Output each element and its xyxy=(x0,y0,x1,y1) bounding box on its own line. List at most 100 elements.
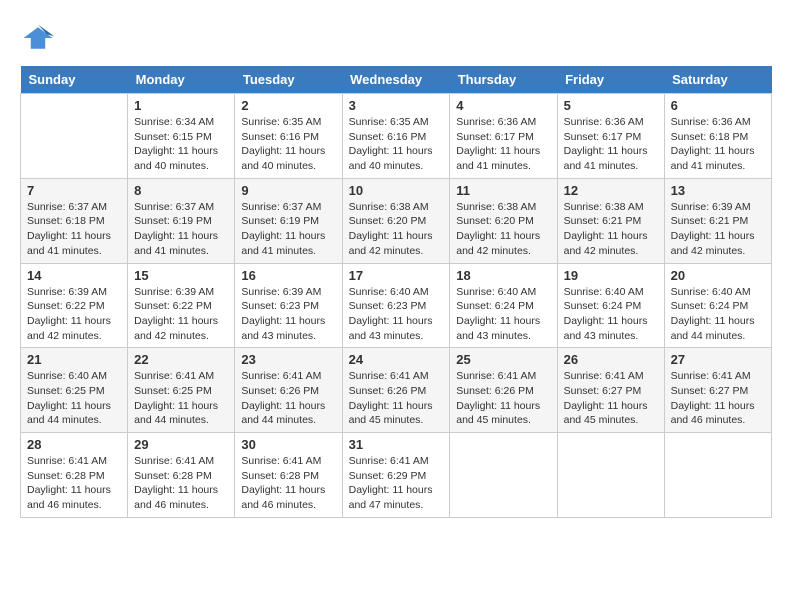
day-info: Sunrise: 6:41 AM Sunset: 6:28 PM Dayligh… xyxy=(134,454,228,513)
weekday-header: Wednesday xyxy=(342,66,450,94)
day-number: 26 xyxy=(564,352,658,367)
day-info: Sunrise: 6:40 AM Sunset: 6:24 PM Dayligh… xyxy=(671,285,765,344)
calendar-cell: 2Sunrise: 6:35 AM Sunset: 6:16 PM Daylig… xyxy=(235,94,342,179)
day-info: Sunrise: 6:41 AM Sunset: 6:26 PM Dayligh… xyxy=(456,369,550,428)
day-info: Sunrise: 6:36 AM Sunset: 6:17 PM Dayligh… xyxy=(564,115,658,174)
day-number: 3 xyxy=(349,98,444,113)
day-info: Sunrise: 6:39 AM Sunset: 6:22 PM Dayligh… xyxy=(134,285,228,344)
calendar-cell: 24 Sunrise: 6:41 AM Sunset: 6:26 PM Dayli… xyxy=(342,348,450,433)
day-info: Sunrise: 6:41 AM Sunset: 6:25 PM Dayligh… xyxy=(134,369,228,428)
day-number: 21 xyxy=(27,352,121,367)
day-info: Sunrise: 6:35 AM Sunset: 6:16 PM Dayligh… xyxy=(241,115,335,174)
calendar-cell: 16 Sunrise: 6:39 AM Sunset: 6:23 PM Dayli… xyxy=(235,263,342,348)
calendar-cell: 13 Sunrise: 6:39 AM Sunset: 6:21 PM Dayli… xyxy=(664,178,771,263)
day-info: Sunrise: 6:40 AM Sunset: 6:23 PM Dayligh… xyxy=(349,285,444,344)
logo-icon xyxy=(20,20,56,56)
calendar-week-row: 1Sunrise: 6:34 AM Sunset: 6:15 PM Daylig… xyxy=(21,94,772,179)
day-number: 12 xyxy=(564,183,658,198)
day-info: Sunrise: 6:35 AM Sunset: 6:16 PM Dayligh… xyxy=(349,115,444,174)
day-info: Sunrise: 6:38 AM Sunset: 6:20 PM Dayligh… xyxy=(456,200,550,259)
calendar-cell xyxy=(450,433,557,518)
day-number: 19 xyxy=(564,268,658,283)
calendar-cell: 10Sunrise: 6:38 AM Sunset: 6:20 PM Dayli… xyxy=(342,178,450,263)
day-info: Sunrise: 6:41 AM Sunset: 6:27 PM Dayligh… xyxy=(671,369,765,428)
day-info: Sunrise: 6:34 AM Sunset: 6:15 PM Dayligh… xyxy=(134,115,228,174)
day-info: Sunrise: 6:41 AM Sunset: 6:26 PM Dayligh… xyxy=(349,369,444,428)
day-info: Sunrise: 6:36 AM Sunset: 6:18 PM Dayligh… xyxy=(671,115,765,174)
day-info: Sunrise: 6:38 AM Sunset: 6:21 PM Dayligh… xyxy=(564,200,658,259)
calendar-cell: 23Sunrise: 6:41 AM Sunset: 6:26 PM Dayli… xyxy=(235,348,342,433)
calendar-cell: 12 Sunrise: 6:38 AM Sunset: 6:21 PM Dayli… xyxy=(557,178,664,263)
day-number: 25 xyxy=(456,352,550,367)
day-number: 5 xyxy=(564,98,658,113)
calendar-cell: 18 Sunrise: 6:40 AM Sunset: 6:24 PM Dayli… xyxy=(450,263,557,348)
calendar-cell: 26 Sunrise: 6:41 AM Sunset: 6:27 PM Dayli… xyxy=(557,348,664,433)
weekday-header: Monday xyxy=(128,66,235,94)
day-number: 18 xyxy=(456,268,550,283)
day-info: Sunrise: 6:41 AM Sunset: 6:28 PM Dayligh… xyxy=(241,454,335,513)
day-number: 15 xyxy=(134,268,228,283)
calendar-header-row: SundayMondayTuesdayWednesdayThursdayFrid… xyxy=(21,66,772,94)
day-info: Sunrise: 6:37 AM Sunset: 6:18 PM Dayligh… xyxy=(27,200,121,259)
weekday-header: Friday xyxy=(557,66,664,94)
calendar-cell: 27 Sunrise: 6:41 AM Sunset: 6:27 PM Dayli… xyxy=(664,348,771,433)
day-number: 8 xyxy=(134,183,228,198)
calendar-cell: 9 Sunrise: 6:37 AM Sunset: 6:19 PM Daylig… xyxy=(235,178,342,263)
day-number: 4 xyxy=(456,98,550,113)
day-info: Sunrise: 6:37 AM Sunset: 6:19 PM Dayligh… xyxy=(134,200,228,259)
calendar-cell: 19Sunrise: 6:40 AM Sunset: 6:24 PM Dayli… xyxy=(557,263,664,348)
day-number: 27 xyxy=(671,352,765,367)
day-info: Sunrise: 6:41 AM Sunset: 6:29 PM Dayligh… xyxy=(349,454,444,513)
day-info: Sunrise: 6:38 AM Sunset: 6:20 PM Dayligh… xyxy=(349,200,444,259)
day-number: 6 xyxy=(671,98,765,113)
calendar-cell: 1Sunrise: 6:34 AM Sunset: 6:15 PM Daylig… xyxy=(128,94,235,179)
day-info: Sunrise: 6:36 AM Sunset: 6:17 PM Dayligh… xyxy=(456,115,550,174)
calendar-cell: 29 Sunrise: 6:41 AM Sunset: 6:28 PM Dayli… xyxy=(128,433,235,518)
weekday-header: Saturday xyxy=(664,66,771,94)
calendar-week-row: 21 Sunrise: 6:40 AM Sunset: 6:25 PM Dayli… xyxy=(21,348,772,433)
day-info: Sunrise: 6:40 AM Sunset: 6:25 PM Dayligh… xyxy=(27,369,121,428)
calendar-cell: 28Sunrise: 6:41 AM Sunset: 6:28 PM Dayli… xyxy=(21,433,128,518)
calendar-cell: 22 Sunrise: 6:41 AM Sunset: 6:25 PM Dayli… xyxy=(128,348,235,433)
calendar-table: SundayMondayTuesdayWednesdayThursdayFrid… xyxy=(20,66,772,518)
calendar-week-row: 14 Sunrise: 6:39 AM Sunset: 6:22 PM Dayli… xyxy=(21,263,772,348)
calendar-cell: 30 Sunrise: 6:41 AM Sunset: 6:28 PM Dayli… xyxy=(235,433,342,518)
day-number: 23 xyxy=(241,352,335,367)
day-number: 9 xyxy=(241,183,335,198)
day-number: 28 xyxy=(27,437,121,452)
calendar-cell: 7Sunrise: 6:37 AM Sunset: 6:18 PM Daylig… xyxy=(21,178,128,263)
page-header xyxy=(20,20,772,56)
calendar-cell: 17 Sunrise: 6:40 AM Sunset: 6:23 PM Dayli… xyxy=(342,263,450,348)
day-number: 13 xyxy=(671,183,765,198)
calendar-cell: 21 Sunrise: 6:40 AM Sunset: 6:25 PM Dayli… xyxy=(21,348,128,433)
day-number: 17 xyxy=(349,268,444,283)
weekday-header: Sunday xyxy=(21,66,128,94)
calendar-week-row: 28 Sunrise: 6:41 AM Sunset: 6:28 PM Dayli… xyxy=(21,433,772,518)
day-number: 29 xyxy=(134,437,228,452)
day-info: Sunrise: 6:41 AM Sunset: 6:27 PM Dayligh… xyxy=(564,369,658,428)
day-number: 30 xyxy=(241,437,335,452)
calendar-cell: 4 Sunrise: 6:36 AM Sunset: 6:17 PM Daylig… xyxy=(450,94,557,179)
weekday-header: Tuesday xyxy=(235,66,342,94)
calendar-cell: 20Sunrise: 6:40 AM Sunset: 6:24 PM Dayli… xyxy=(664,263,771,348)
calendar-cell: 25 Sunrise: 6:41 AM Sunset: 6:26 PM Dayli… xyxy=(450,348,557,433)
day-number: 22 xyxy=(134,352,228,367)
logo xyxy=(20,20,60,56)
calendar-week-row: 7Sunrise: 6:37 AM Sunset: 6:18 PM Daylig… xyxy=(21,178,772,263)
day-number: 14 xyxy=(27,268,121,283)
day-info: Sunrise: 6:39 AM Sunset: 6:22 PM Dayligh… xyxy=(27,285,121,344)
day-number: 31 xyxy=(349,437,444,452)
calendar-cell xyxy=(557,433,664,518)
day-number: 16 xyxy=(241,268,335,283)
calendar-cell: 31 Sunrise: 6:41 AM Sunset: 6:29 PM Dayli… xyxy=(342,433,450,518)
calendar-cell: 14 Sunrise: 6:39 AM Sunset: 6:22 PM Dayli… xyxy=(21,263,128,348)
day-info: Sunrise: 6:39 AM Sunset: 6:23 PM Dayligh… xyxy=(241,285,335,344)
day-info: Sunrise: 6:39 AM Sunset: 6:21 PM Dayligh… xyxy=(671,200,765,259)
calendar-cell: 5 Sunrise: 6:36 AM Sunset: 6:17 PM Daylig… xyxy=(557,94,664,179)
calendar-cell: 8 Sunrise: 6:37 AM Sunset: 6:19 PM Daylig… xyxy=(128,178,235,263)
day-info: Sunrise: 6:37 AM Sunset: 6:19 PM Dayligh… xyxy=(241,200,335,259)
day-info: Sunrise: 6:40 AM Sunset: 6:24 PM Dayligh… xyxy=(456,285,550,344)
day-number: 24 xyxy=(349,352,444,367)
calendar-cell: 6 Sunrise: 6:36 AM Sunset: 6:18 PM Daylig… xyxy=(664,94,771,179)
calendar-cell: 3 Sunrise: 6:35 AM Sunset: 6:16 PM Daylig… xyxy=(342,94,450,179)
